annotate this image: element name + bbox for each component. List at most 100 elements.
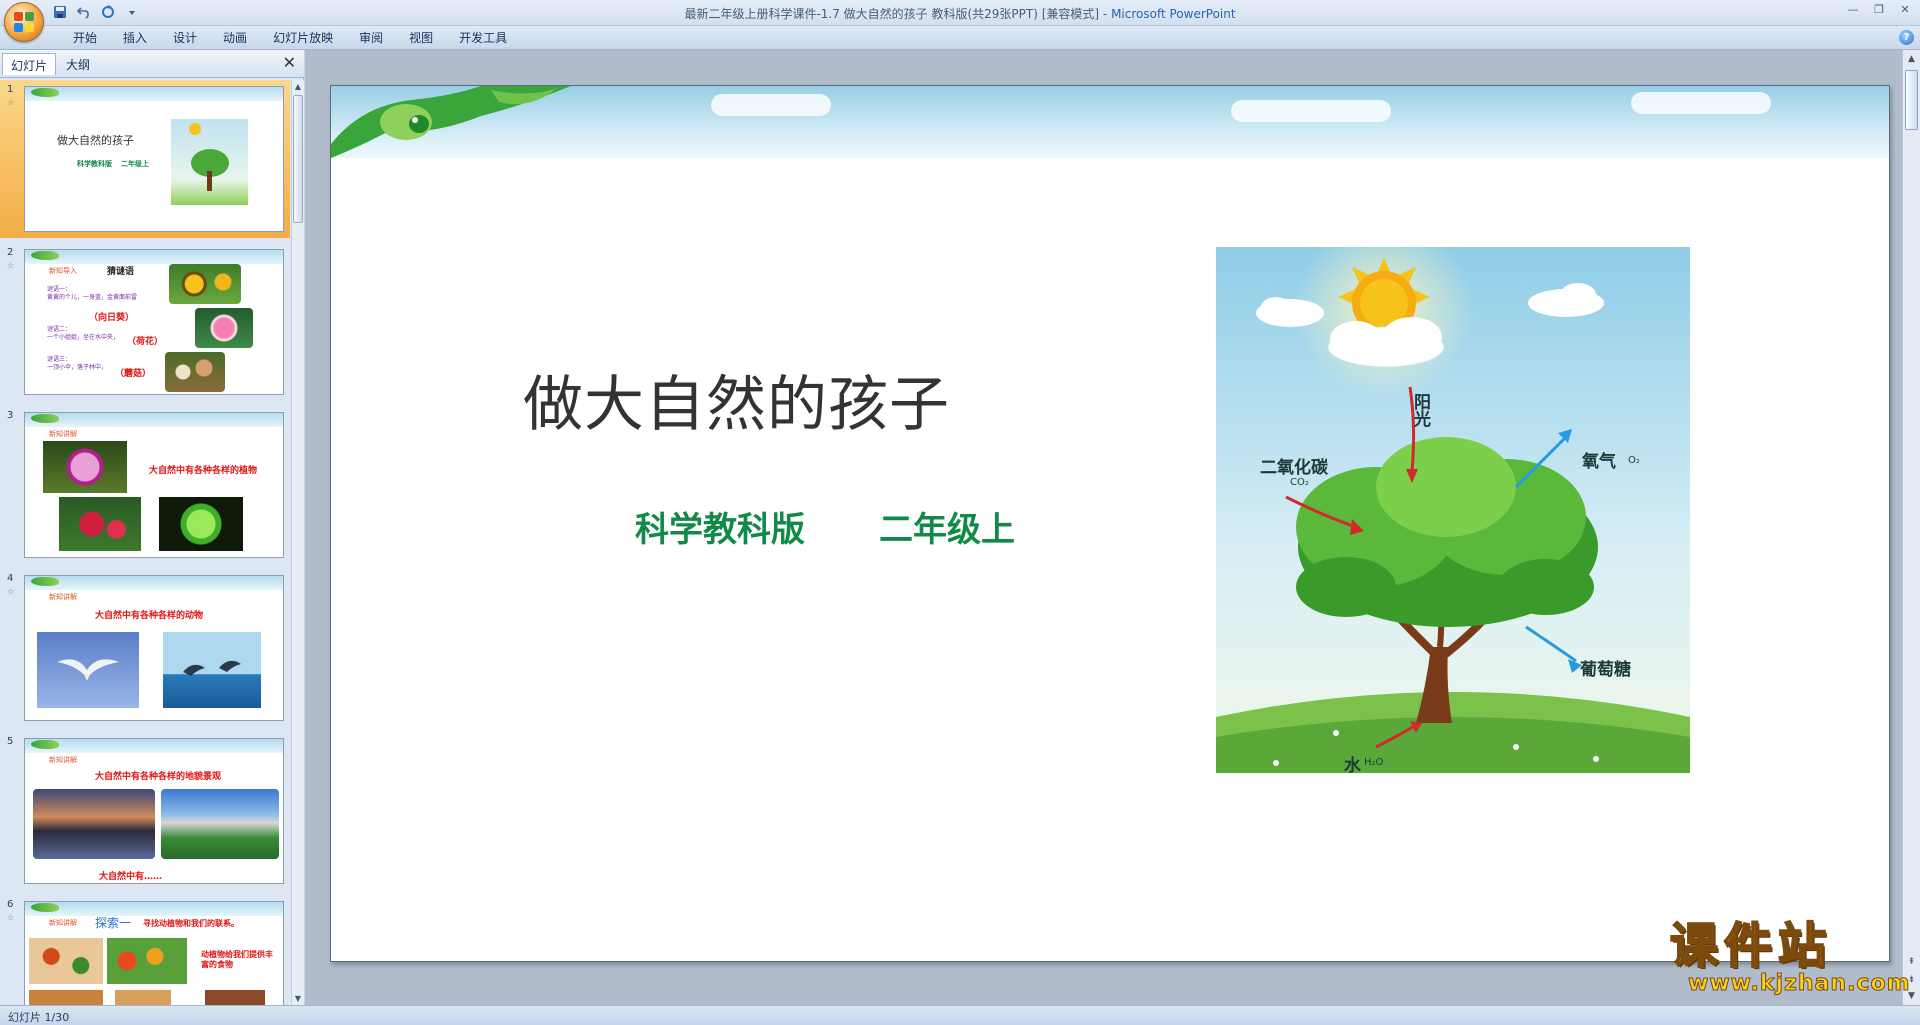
- leaf-icon: [31, 414, 59, 423]
- thumbnail-2[interactable]: 2 ☆ 新知导入 猜谜语 谜语一： 黄黄的个儿，一身蓝，金黄面前雷 （向日葵） …: [0, 243, 290, 401]
- leaf-icon: [31, 740, 59, 749]
- status-bar: 幻灯片 1/30: [0, 1005, 1920, 1025]
- slide-thumb: 新知讲解 大自然中有各种各样的植物: [24, 412, 284, 558]
- flower-photo: [43, 441, 127, 493]
- thumb-caption: 大自然中有各种各样的动物: [95, 611, 204, 621]
- thumb-subtitle: 二年级上: [121, 160, 149, 168]
- tab-home[interactable]: 开始: [60, 30, 110, 46]
- rose-photo: [59, 497, 141, 551]
- label-oxygen-formula: O₂: [1628, 455, 1640, 466]
- thumb-note: 动植物给我们提供丰富的食物: [201, 950, 273, 969]
- app-name: Microsoft PowerPoint: [1111, 7, 1236, 21]
- current-slide[interactable]: 做大自然的孩子 科学教科版 二年级上 阳光 二氧化碳 CO₂ 氧气 O₂ 葡萄糖…: [330, 85, 1890, 962]
- title-bar: 最新二年级上册科学课件-1.7 做大自然的孩子 教科版(共29张PPT) [兼容…: [0, 0, 1920, 42]
- animation-icon: ☆: [7, 261, 15, 270]
- leaf-decoration-icon: [331, 86, 571, 158]
- slide-subtitle-edition[interactable]: 科学教科版: [635, 502, 805, 551]
- thumb-heading: 探索一: [95, 916, 132, 930]
- tab-review[interactable]: 审阅: [346, 30, 396, 46]
- thumbnail-1[interactable]: 1 ☆ 做大自然的孩子 科学教科版 二年级上: [0, 80, 290, 238]
- food-photo-4: [115, 990, 171, 1005]
- slide-thumb: 新知导入 猜谜语 谜语一： 黄黄的个儿，一身蓝，金黄面前雷 （向日葵） 谜语二：…: [24, 249, 284, 395]
- thumb-answer: （蘑菇）: [115, 369, 152, 379]
- thumb-caption: 寻找动植物和我们的联系。: [143, 919, 239, 928]
- header-cloud: [1231, 100, 1391, 122]
- landscape-photo-2: [161, 789, 279, 859]
- food-photo-5: [205, 990, 265, 1005]
- slide-scrollbar[interactable]: ▲ ⇞ ⇟ ▼: [1902, 50, 1920, 1005]
- slide-title[interactable]: 做大自然的孩子: [523, 356, 950, 443]
- tree-illustration-thumb: [171, 119, 248, 205]
- thumbnail-list: 1 ☆ 做大自然的孩子 科学教科版 二年级上 2 ☆ 新知导入 猜谜语 谜语一：…: [0, 80, 290, 1005]
- thumb-answer: （荷花）: [127, 337, 164, 347]
- slide-number: 2: [7, 247, 14, 258]
- slide-number: 3: [7, 410, 14, 421]
- scroll-up-icon[interactable]: ▲: [292, 80, 304, 93]
- thumb-header: [25, 87, 283, 101]
- thumb-header: [25, 902, 283, 916]
- thumb-subtitle: 科学教科版: [77, 160, 112, 168]
- leaf-icon: [31, 251, 59, 260]
- thumb-heading: 猜谜语: [107, 267, 135, 277]
- slides-panel: 幻灯片 大纲 ✕ 1 ☆ 做大自然的孩子 科学教科版 二年级上 2 ☆ 新知导入…: [0, 50, 304, 1005]
- tab-insert[interactable]: 插入: [110, 30, 160, 46]
- document-name: 最新二年级上册科学课件-1.7 做大自然的孩子 教科版(共29张PPT) [兼容…: [684, 7, 1112, 21]
- thumb-header: [25, 576, 283, 590]
- tab-outline[interactable]: 大纲: [58, 53, 98, 75]
- previous-slide-icon[interactable]: ⇞: [1905, 955, 1918, 969]
- photosynthesis-illustration[interactable]: 阳光 二氧化碳 CO₂ 氧气 O₂ 葡萄糖 水 H₂O: [1216, 247, 1690, 773]
- scroll-down-icon[interactable]: ▼: [292, 992, 304, 1005]
- tree-diagram-graphic: [1216, 247, 1690, 773]
- slide-number: 5: [7, 736, 14, 747]
- scroll-up-icon[interactable]: ▲: [1905, 52, 1918, 66]
- slide-number: 4: [7, 573, 14, 584]
- thumbnail-6[interactable]: 6 ☆ 新知讲解 探索一 寻找动植物和我们的联系。 动植物给我们提供丰富的食物: [0, 895, 290, 1005]
- thumb-section-label: 新知讲解: [49, 430, 77, 438]
- thumb-caption: 大自然中有各种各样的植物: [149, 466, 258, 476]
- restore-icon[interactable]: ❐: [1870, 3, 1888, 17]
- office-button[interactable]: [4, 2, 44, 42]
- thumb-section-label: 新知讲解: [49, 919, 77, 927]
- slide-subtitle-grade[interactable]: 二年级上: [879, 502, 1015, 551]
- thumb-section-label: 新知讲解: [49, 756, 77, 764]
- tab-slides[interactable]: 幻灯片: [2, 53, 57, 75]
- lotus-photo: [195, 308, 253, 348]
- tab-design[interactable]: 设计: [160, 30, 210, 46]
- label-co2: 二氧化碳: [1260, 458, 1328, 478]
- thumbnail-5[interactable]: 5 新知讲解 大自然中有各种各样的地貌景观 大自然中有……: [0, 732, 290, 890]
- thumb-riddle: 一个小姐姐，坐在水中央，: [47, 334, 120, 341]
- close-panel-icon[interactable]: ✕: [283, 54, 296, 72]
- tab-developer[interactable]: 开发工具: [446, 30, 520, 46]
- watermark-url: www.kjzhan.com: [1688, 971, 1911, 996]
- thumb-section-label: 新知导入: [49, 267, 77, 275]
- thumb-riddle: 一顶小伞，落子林中，: [47, 364, 108, 371]
- minimize-icon[interactable]: —: [1844, 3, 1862, 17]
- panel-tabs: 幻灯片 大纲 ✕: [0, 50, 304, 78]
- tab-slideshow[interactable]: 幻灯片放映: [260, 30, 346, 46]
- thumb-answer: （向日葵）: [89, 313, 135, 323]
- slide-thumb: 新知讲解 探索一 寻找动植物和我们的联系。 动植物给我们提供丰富的食物: [24, 901, 284, 1005]
- bird-photo: [37, 632, 139, 708]
- tab-view[interactable]: 视图: [396, 30, 446, 46]
- thumbnail-scrollbar[interactable]: ▲ ▼: [291, 80, 304, 1005]
- window-title: 最新二年级上册科学课件-1.7 做大自然的孩子 教科版(共29张PPT) [兼容…: [0, 5, 1920, 22]
- mushroom-photo: [165, 352, 225, 392]
- close-window-icon[interactable]: ✕: [1896, 3, 1914, 17]
- watermark-logo: 课件站: [1669, 918, 1833, 974]
- site-watermark: 课件站 www.kjzhan.com: [1669, 918, 1911, 996]
- thumb-caption: 大自然中有各种各样的地貌景观: [95, 772, 222, 782]
- help-icon[interactable]: ?: [1899, 30, 1914, 45]
- animation-icon: ☆: [7, 913, 15, 922]
- slide-number: 6: [7, 899, 14, 910]
- scroll-thumb[interactable]: [1905, 70, 1918, 130]
- label-glucose: 葡萄糖: [1580, 660, 1631, 680]
- slide-thumb: 做大自然的孩子 科学教科版 二年级上: [24, 86, 284, 232]
- food-photo-3: [29, 990, 103, 1005]
- scroll-thumb[interactable]: [293, 95, 303, 223]
- header-cloud: [711, 94, 831, 116]
- thumbnail-4[interactable]: 4 ☆ 新知讲解 大自然中有各种各样的动物: [0, 569, 290, 727]
- ribbon: 开始 插入 设计 动画 幻灯片放映 审阅 视图 开发工具 ?: [0, 26, 1920, 50]
- thumbnail-3[interactable]: 3 新知讲解 大自然中有各种各样的植物: [0, 406, 290, 564]
- tab-animations[interactable]: 动画: [210, 30, 260, 46]
- dolphin-photo: [163, 632, 261, 708]
